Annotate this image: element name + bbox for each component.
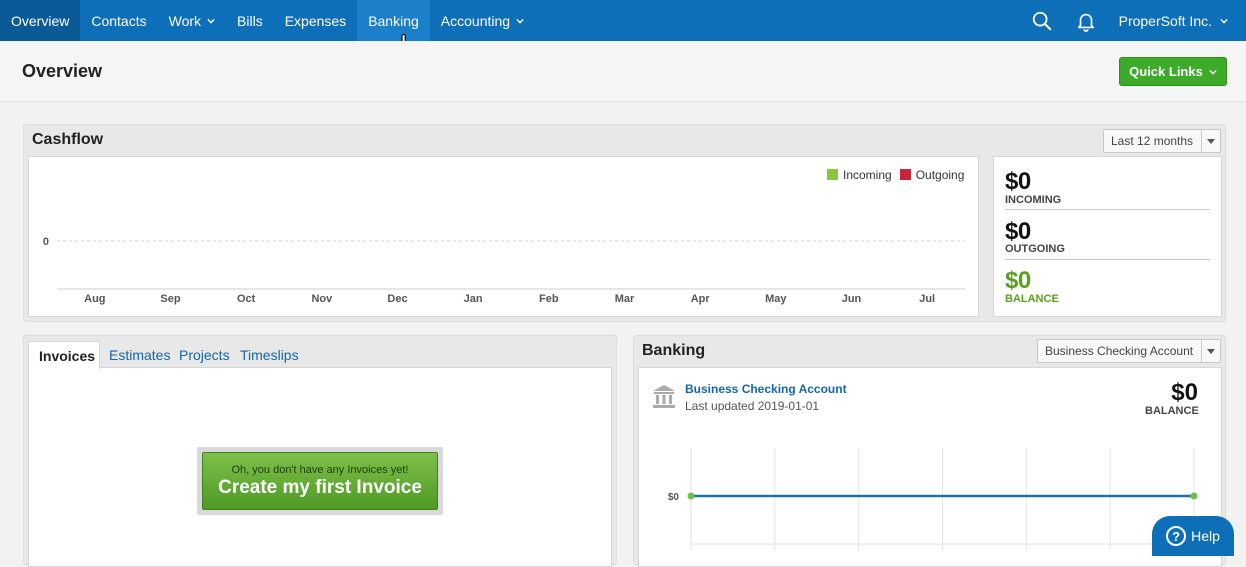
- nav-banking[interactable]: Banking: [357, 0, 430, 41]
- bank-balance-amount: $0: [1171, 379, 1198, 406]
- account-select-value: Business Checking Account: [1045, 344, 1194, 358]
- nav-label: Banking: [368, 12, 419, 29]
- x-tick-label: Jan: [464, 293, 483, 305]
- x-tick-label: Aug: [84, 293, 105, 305]
- divider: [1005, 209, 1210, 210]
- chevron-down-icon: [516, 18, 524, 24]
- nav-contacts[interactable]: Contacts: [80, 0, 157, 41]
- x-tick-label: Feb: [539, 293, 559, 305]
- caret-down-icon: [1207, 138, 1215, 144]
- bank-account-select[interactable]: Business Checking Account: [1037, 339, 1221, 363]
- search-icon[interactable]: [1031, 10, 1053, 32]
- balance-label: BALANCE: [1005, 293, 1059, 305]
- chevron-down-icon: [207, 18, 215, 24]
- bank-last-updated: Last updated 2019-01-01: [685, 399, 820, 413]
- caret-down-icon: [1207, 348, 1215, 354]
- legend-outgoing[interactable]: Outgoing: [899, 168, 965, 182]
- chevron-down-icon: [1220, 18, 1228, 24]
- nav-overview[interactable]: Overview: [0, 0, 81, 41]
- quick-links-label: Quick Links: [1129, 64, 1203, 79]
- tab-invoices[interactable]: Invoices: [28, 341, 100, 369]
- question-icon: ?: [1166, 526, 1187, 546]
- balance-amount: $0: [1005, 267, 1031, 294]
- banking-title: Banking: [642, 342, 706, 359]
- legend-label: Outgoing: [915, 168, 965, 182]
- nav-label: Contacts: [91, 12, 147, 29]
- create-invoice-button[interactable]: Oh, you don't have any Invoices yet! Cre…: [202, 452, 438, 510]
- x-tick-label: Nov: [311, 293, 333, 305]
- x-tick-label: Jul: [919, 293, 935, 305]
- outgoing-amount: $0: [1005, 218, 1031, 245]
- incoming-label: INCOMING: [1005, 194, 1062, 206]
- legend-swatch: [827, 169, 838, 180]
- top-nav: Overview Contacts Work Bills Expenses Ba…: [0, 0, 1246, 41]
- nav-label: Accounting: [440, 12, 511, 29]
- help-button[interactable]: ? Help: [1152, 516, 1234, 556]
- company-name: ProperSoft Inc.: [1118, 12, 1212, 29]
- company-menu[interactable]: ProperSoft Inc.: [1119, 13, 1228, 29]
- nav-accounting[interactable]: Accounting: [430, 0, 535, 41]
- bank-account-link[interactable]: Business Checking Account: [685, 382, 847, 396]
- nav-label: Overview: [11, 12, 70, 29]
- outgoing-label: OUTGOING: [1005, 243, 1065, 255]
- nav-bills[interactable]: Bills: [226, 0, 274, 41]
- chevron-down-icon: [1209, 69, 1217, 75]
- bell-icon[interactable]: [1075, 10, 1097, 32]
- y-tick-label: 0: [43, 236, 49, 248]
- incoming-amount: $0: [1005, 168, 1031, 195]
- cashflow-chart-area: 0 Aug Sep Oct Nov Dec Jan Feb Mar Apr May Jun Jul In…: [28, 156, 979, 317]
- x-tick-label: May: [765, 293, 787, 305]
- bank-balance-chart: $0: [668, 448, 1198, 550]
- legend-label: Incoming: [843, 168, 892, 182]
- x-tick-label: Dec: [387, 293, 407, 305]
- cashflow-title: Cashflow: [32, 131, 104, 148]
- balance-point: [1190, 492, 1198, 500]
- cashflow-period-select[interactable]: Last 12 months: [1103, 129, 1221, 153]
- balance-point: [687, 492, 695, 500]
- y-tick-label: $0: [668, 492, 680, 503]
- nav-expenses[interactable]: Expenses: [274, 0, 357, 41]
- legend-swatch: [899, 169, 911, 180]
- bank-icon: [653, 385, 675, 408]
- nav-label: Expenses: [284, 12, 347, 29]
- tab-estimates[interactable]: Estimates: [109, 347, 170, 363]
- period-value: Last 12 months: [1111, 134, 1194, 148]
- x-tick-label: Mar: [615, 293, 635, 305]
- cta-label: Create my first Invoice: [218, 477, 422, 498]
- bank-balance-label: BALANCE: [1145, 405, 1199, 417]
- cta-note: Oh, you don't have any Invoices yet!: [231, 464, 409, 476]
- help-label: Help: [1191, 528, 1220, 544]
- tab-projects[interactable]: Projects: [179, 347, 230, 363]
- x-tick-label: Jun: [842, 293, 862, 305]
- divider: [1005, 259, 1210, 260]
- tab-timeslips[interactable]: Timeslips: [240, 347, 299, 363]
- nav-work[interactable]: Work: [158, 0, 226, 41]
- nav-label: Bills: [237, 12, 263, 29]
- x-tick-label: Oct: [237, 293, 256, 305]
- dropdown-toggle[interactable]: [1201, 130, 1220, 152]
- quick-links-button[interactable]: Quick Links: [1119, 57, 1227, 86]
- page-title: Overview: [22, 61, 103, 81]
- nav-label: Work: [168, 12, 202, 29]
- page-header: Overview Quick Links: [0, 41, 1246, 102]
- nav-right: ProperSoft Inc.: [1031, 0, 1246, 41]
- chart-legend: Incoming Outgoing: [827, 168, 964, 182]
- dropdown-toggle[interactable]: [1201, 340, 1220, 362]
- legend-incoming[interactable]: Incoming: [827, 168, 892, 182]
- x-tick-label: Sep: [160, 293, 180, 305]
- x-tick-label: Apr: [691, 293, 711, 305]
